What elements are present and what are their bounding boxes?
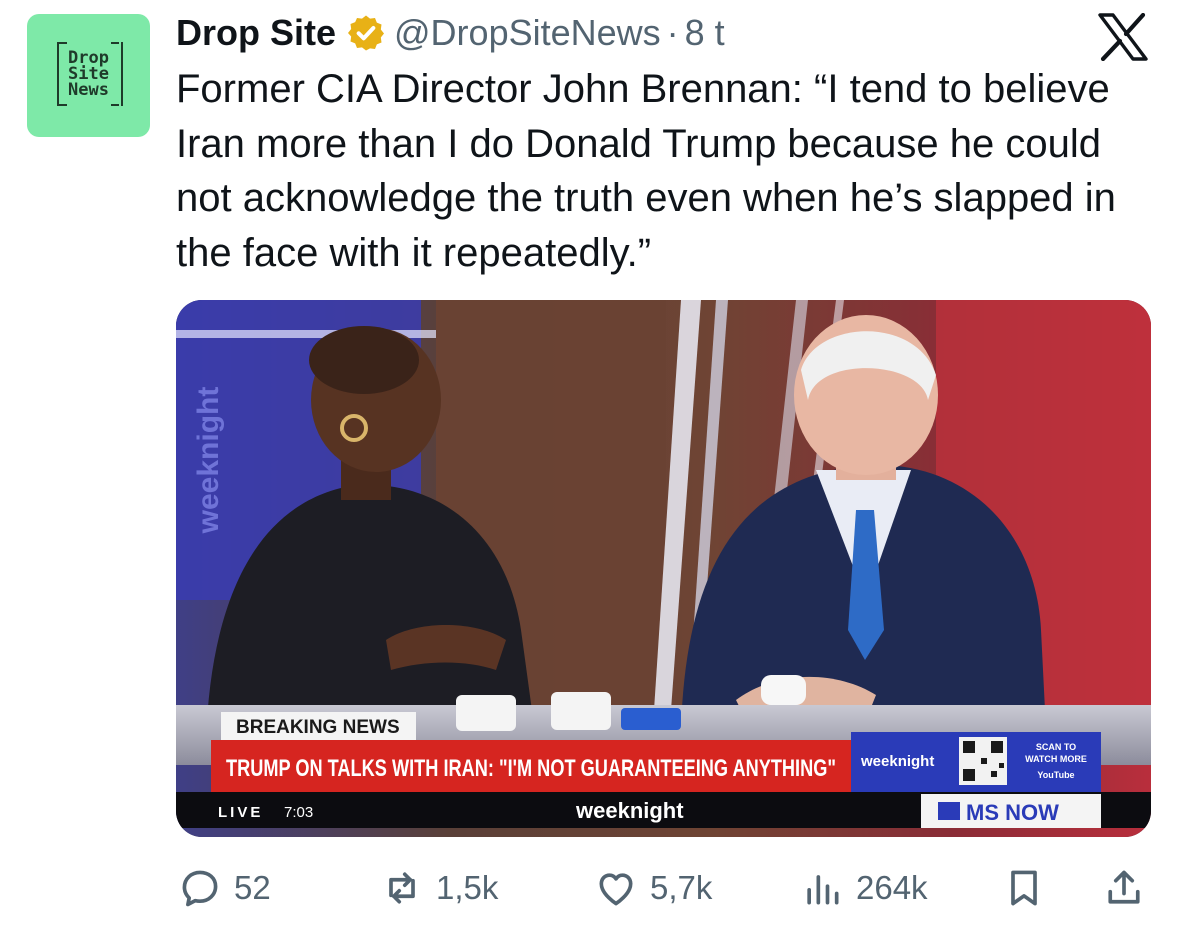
like-button[interactable]: 5,7k (594, 860, 712, 916)
network-logo-mark (938, 802, 960, 820)
reply-icon (182, 870, 218, 907)
share-button[interactable] (1102, 860, 1146, 916)
share-icon (1108, 870, 1140, 904)
studio-side-logo: weeknight (192, 387, 225, 535)
post-video[interactable]: weeknight BREAKING NEWS TRUMP ON TALKS W… (176, 300, 1151, 837)
post-timestamp[interactable]: 8 t (685, 12, 725, 54)
post-actions-bar: 52 1,5k 5,7k 264k (0, 860, 1179, 916)
side-panel-show-logo: weeknight (860, 753, 934, 770)
youtube-label: YouTube (1037, 770, 1074, 780)
verified-badge-icon[interactable] (346, 13, 386, 53)
x-logo-icon (1098, 13, 1148, 61)
heart-icon (599, 873, 633, 906)
post-text: Former CIA Director John Brennan: “I ten… (176, 67, 1116, 275)
views-bar-chart-icon (807, 875, 839, 905)
headline-text: TRUMP ON TALKS WITH IRAN: "I'M NOT GUARA… (226, 755, 836, 782)
live-time: 7:03 (284, 804, 313, 821)
view-count: 264k (856, 869, 928, 906)
user-handle[interactable]: @DropSiteNews (394, 12, 661, 54)
live-label: LIVE (218, 804, 263, 821)
reply-button[interactable]: 52 (178, 860, 271, 916)
header-separator: · (666, 12, 679, 53)
bookmark-icon (1011, 870, 1037, 906)
bookmark-button[interactable] (1002, 860, 1046, 916)
like-count: 5,7k (650, 869, 713, 906)
qr-caption-line-1: SCAN TO (1036, 742, 1076, 752)
repost-icon (389, 872, 415, 904)
network-logo-text: MS NOW (966, 800, 1059, 825)
repost-count: 1,5k (436, 869, 499, 906)
views-button[interactable]: 264k (800, 860, 928, 916)
reply-count: 52 (234, 869, 271, 906)
post-header: Drop Site @DropSiteNews · 8 t (176, 10, 725, 56)
repost-button[interactable]: 1,5k (380, 860, 498, 916)
avatar[interactable]: Drop Site News (27, 14, 150, 137)
avatar-logo-text: Drop Site News (68, 48, 109, 100)
breaking-news-label: BREAKING NEWS (236, 717, 400, 738)
video-frame: weeknight BREAKING NEWS TRUMP ON TALKS W… (176, 300, 1151, 837)
ticker-show-logo: weeknight (575, 798, 684, 823)
display-name[interactable]: Drop Site (176, 12, 336, 54)
qr-caption-line-2: WATCH MORE (1025, 754, 1087, 764)
